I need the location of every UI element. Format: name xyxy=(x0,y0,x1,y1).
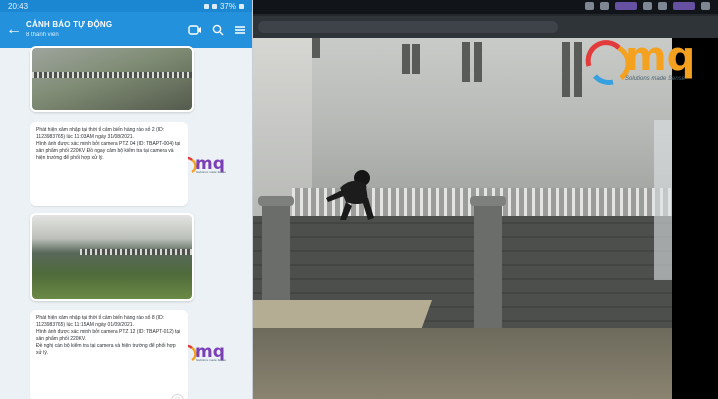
logo-tagline: Solutions made Sense xyxy=(196,358,227,362)
pylon xyxy=(412,44,420,74)
message-text: Phát hiện xâm nhập tại thời tỉ cảm biến … xyxy=(36,127,181,161)
phone-screen: 20:43 37% ← CẢNH BÁO TỰ ĐỘNG 8 thành viê… xyxy=(0,0,253,399)
intruder-figure xyxy=(326,170,374,220)
address-bar[interactable] xyxy=(258,21,558,33)
video-call-icon[interactable] xyxy=(188,24,202,36)
logo-tagline: Solutions made Sense xyxy=(625,76,686,82)
browser-side-panel xyxy=(654,120,672,280)
battery-level: 37% xyxy=(219,1,236,11)
tray-icon[interactable] xyxy=(643,2,652,10)
tray-icon[interactable] xyxy=(673,2,695,10)
message-text: Phát hiện xâm nhập tại thời tỉ cảm biến … xyxy=(36,315,181,356)
chat-title-block[interactable]: CẢNH BÁO TỰ ĐỘNG 8 thành viên xyxy=(26,20,188,40)
foreground-ground xyxy=(252,328,672,399)
text-message[interactable]: Phát hiện xâm nhập tại thời tỉ cảm biến … xyxy=(30,310,188,399)
wifi-icon xyxy=(211,3,217,9)
pylon xyxy=(312,38,320,58)
fence-railing xyxy=(32,72,192,78)
screen-edge xyxy=(672,38,718,399)
logo-letters: mq xyxy=(625,34,695,80)
system-tray-bar xyxy=(252,0,718,14)
signal-icon xyxy=(203,3,209,9)
react-heart-icon[interactable]: ♡ xyxy=(171,394,184,399)
battery-icon xyxy=(239,3,244,9)
mq-logo: mq Solutions made Sense xyxy=(585,18,715,88)
fence-railing xyxy=(80,249,192,255)
tray-icon[interactable] xyxy=(615,2,637,10)
status-time: 20:43 xyxy=(8,1,29,11)
pylon xyxy=(574,42,582,97)
search-icon[interactable] xyxy=(212,24,224,36)
back-arrow-icon[interactable]: ← xyxy=(6,21,26,39)
pylon xyxy=(562,42,570,97)
tray-icon[interactable] xyxy=(658,2,667,10)
image-message[interactable] xyxy=(30,213,194,301)
image-message[interactable] xyxy=(30,46,194,112)
logo-tagline: Solutions made Sense xyxy=(196,170,227,174)
cctv-camera-view xyxy=(252,38,672,399)
tray-icon[interactable] xyxy=(585,2,594,10)
pylon xyxy=(462,42,470,82)
system-tray xyxy=(585,2,710,10)
tray-icon[interactable] xyxy=(701,2,710,10)
chat-header: ← CẢNH BÁO TỰ ĐỘNG 8 thành viên xyxy=(0,12,252,48)
pylon xyxy=(402,44,410,74)
tray-icon[interactable] xyxy=(600,2,609,10)
status-bar: 20:43 37% xyxy=(0,0,252,12)
chat-subtitle: 8 thành viên xyxy=(26,32,59,38)
message-list: mq Solutions made Sense Phát hiện xâm nh… xyxy=(0,46,252,399)
text-message[interactable]: Phát hiện xâm nhập tại thời tỉ cảm biến … xyxy=(30,122,188,206)
menu-icon[interactable] xyxy=(234,24,246,36)
chat-actions xyxy=(188,24,246,36)
chat-title: CẢNH BÁO TỰ ĐỘNG xyxy=(26,20,113,29)
pylon xyxy=(474,42,482,82)
status-icons: 37% xyxy=(203,1,244,11)
